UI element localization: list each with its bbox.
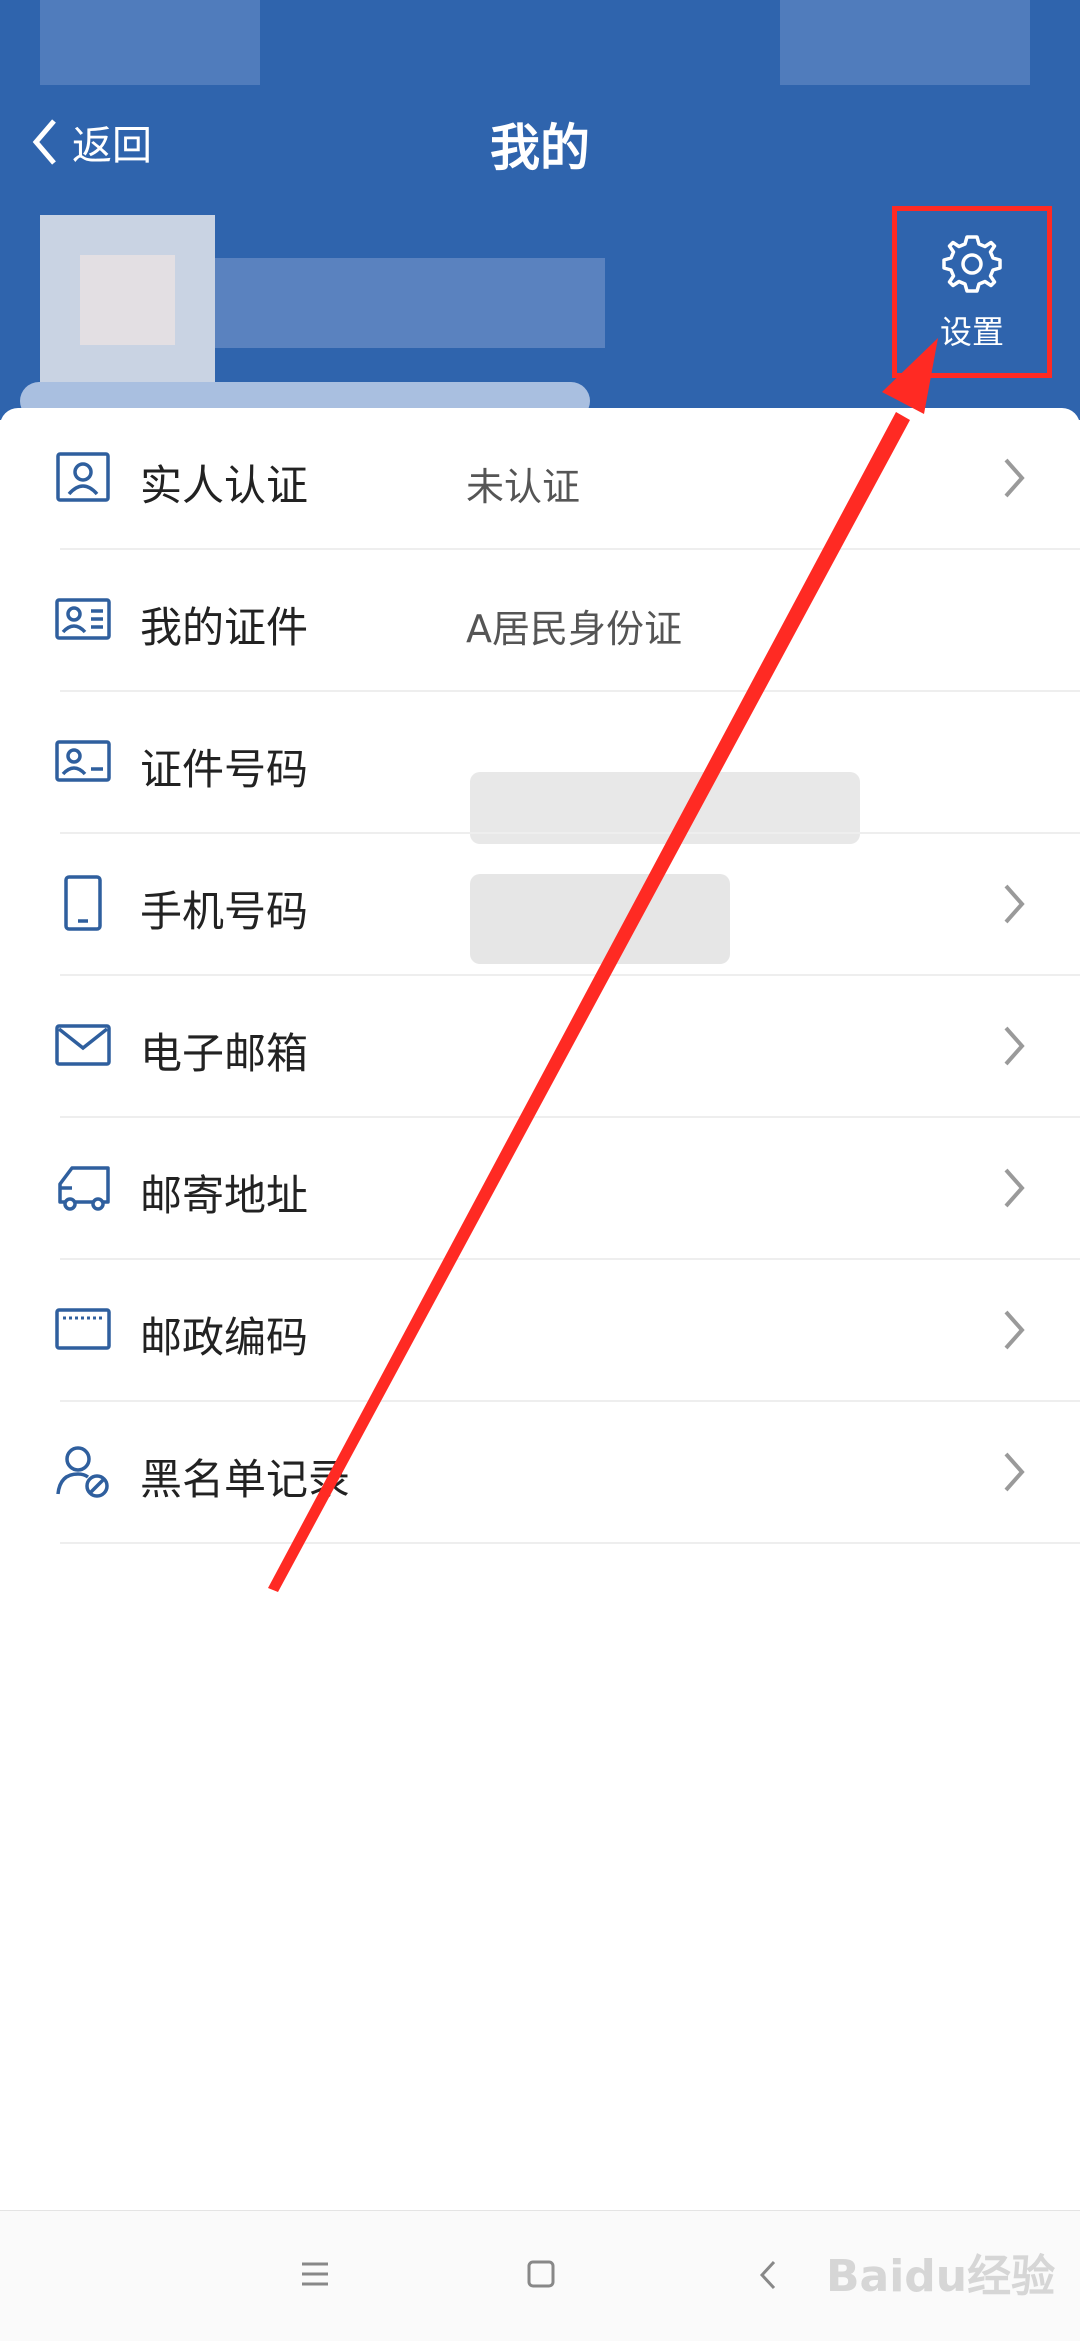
annotation-arrow [268,338,938,1592]
watermark: Baidu经验 [826,2251,1056,2302]
back-icon[interactable] [758,2259,778,2291]
home-icon[interactable] [526,2259,556,2289]
menu-icon[interactable] [300,2261,330,2287]
